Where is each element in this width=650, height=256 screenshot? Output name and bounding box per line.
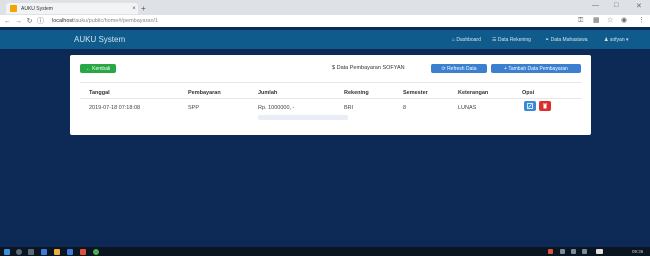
file-explorer-icon[interactable]: [54, 249, 60, 255]
extension-icon[interactable]: ▦: [593, 15, 600, 27]
edge-icon[interactable]: [41, 249, 47, 255]
cell-keterangan: LUNAS: [458, 105, 477, 111]
col-header-tanggal: Tanggal: [89, 90, 110, 96]
refresh-button[interactable]: ⟳ Refresh Data: [431, 64, 487, 73]
col-header-semester: Semester: [403, 90, 428, 96]
brand-logo[interactable]: AUKU System: [74, 35, 125, 44]
tab-close-button[interactable]: ×: [130, 6, 138, 12]
minimize-icon[interactable]: —: [592, 2, 599, 9]
add-payment-button[interactable]: + Tambah Data Pembayaran: [491, 64, 581, 73]
col-header-keterangan: Keterangan: [458, 90, 489, 96]
store-icon[interactable]: [67, 249, 73, 255]
search-icon[interactable]: [16, 249, 22, 255]
browser-chrome: AUKU System × + — □ ✕ ← → ↻ ⓘ localhost/…: [0, 0, 650, 27]
nav-data-mahasiswa[interactable]: ⚭ Data Mahasiswa: [545, 37, 588, 43]
delete-button[interactable]: [539, 101, 551, 111]
cell-rekening: BRI: [344, 105, 354, 111]
row-highlight: [258, 115, 348, 120]
cell-jumlah: Rp. 1000000, -: [258, 105, 295, 111]
browser-toolbar: ← → ↻ ⓘ localhost/auku/public/home#/pemb…: [0, 15, 650, 27]
header-divider: [80, 98, 581, 99]
browser-tab[interactable]: AUKU System ×: [6, 3, 138, 14]
trash-icon: [542, 103, 548, 109]
col-header-rekening: Rekening: [344, 90, 369, 96]
app-navbar: AUKU System ⌂ Dashboard ☰ Data Rekening …: [0, 30, 650, 49]
cell-tanggal: 2019-07-18 07:18:08: [89, 105, 141, 111]
info-icon[interactable]: ⓘ: [35, 16, 46, 26]
payment-panel: ← Kembali $ Data Pembayaran SOFYAN ⟳ Ref…: [70, 55, 591, 135]
back-icon[interactable]: ←: [2, 18, 13, 25]
page-title: $ Data Pembayaran SOFYAN: [332, 65, 405, 71]
refresh-icon: ⟳: [441, 65, 446, 72]
tab-title: AUKU System: [21, 5, 53, 12]
menu-icon[interactable]: ⋮: [638, 15, 645, 27]
maximize-icon[interactable]: □: [614, 2, 618, 9]
col-header-jumlah: Jumlah: [258, 90, 278, 96]
language-icon[interactable]: [582, 249, 587, 254]
taskbar: 09:36: [0, 247, 650, 256]
edit-button[interactable]: [524, 101, 536, 111]
star-icon[interactable]: ☆: [607, 15, 613, 27]
network-icon[interactable]: [560, 249, 565, 254]
nav-user-menu[interactable]: ♟ sofyan ▾: [604, 37, 629, 43]
clock: 09:36: [632, 249, 644, 254]
new-tab-button[interactable]: +: [141, 4, 146, 13]
cell-semester: 8: [403, 105, 407, 111]
task-view-icon[interactable]: [28, 249, 34, 255]
col-header-opsi: Opsi: [522, 90, 535, 96]
cell-pembayaran: SPP: [188, 105, 200, 111]
chrome-icon[interactable]: [93, 249, 99, 255]
divider: [80, 82, 581, 83]
edit-icon: [527, 103, 533, 109]
profile-icon[interactable]: ◉: [621, 15, 627, 27]
favicon-icon: [10, 5, 17, 12]
tray-icon[interactable]: [548, 249, 553, 254]
address-bar[interactable]: localhost/auku/public/home#/pembayaran/1: [52, 18, 158, 24]
nav-dashboard[interactable]: ⌂ Dashboard: [452, 37, 481, 43]
volume-icon[interactable]: [571, 249, 576, 254]
app-icon[interactable]: [80, 249, 86, 255]
url-path: /auku/public/home#/pembayaran/1: [73, 18, 159, 24]
nav-data-rekening[interactable]: ☰ Data Rekening: [492, 37, 531, 43]
col-header-pembayaran: Pembayaran: [188, 90, 221, 96]
start-icon[interactable]: [4, 249, 10, 255]
close-window-icon[interactable]: ✕: [636, 2, 642, 10]
url-host: localhost: [52, 18, 74, 24]
notification-icon[interactable]: [596, 249, 603, 254]
key-icon[interactable]: ⚿: [578, 15, 583, 27]
reload-icon[interactable]: ↻: [24, 17, 35, 25]
forward-icon[interactable]: →: [13, 18, 24, 25]
back-button[interactable]: ← Kembali: [80, 64, 116, 73]
